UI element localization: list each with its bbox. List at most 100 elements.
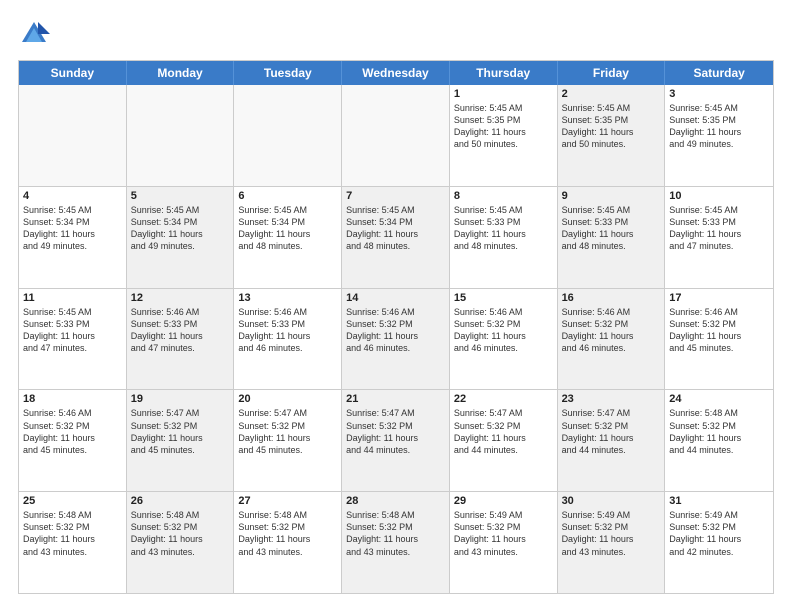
cell-sun-info: Sunrise: 5:46 AM Sunset: 5:32 PM Dayligh… [346, 306, 445, 355]
cell-sun-info: Sunrise: 5:46 AM Sunset: 5:33 PM Dayligh… [238, 306, 337, 355]
calendar: SundayMondayTuesdayWednesdayThursdayFrid… [18, 60, 774, 594]
calendar-cell-empty-0-0 [19, 85, 127, 186]
cell-sun-info: Sunrise: 5:45 AM Sunset: 5:34 PM Dayligh… [346, 204, 445, 253]
calendar-cell-day-28: 28 Sunrise: 5:48 AM Sunset: 5:32 PM Dayli… [342, 492, 450, 593]
cell-sun-info: Sunrise: 5:45 AM Sunset: 5:34 PM Dayligh… [238, 204, 337, 253]
day-number: 24 [669, 393, 769, 405]
calendar-body: 1 Sunrise: 5:45 AM Sunset: 5:35 PM Daylig… [19, 85, 773, 593]
day-number: 11 [23, 292, 122, 304]
logo-icon [18, 18, 50, 50]
day-number: 14 [346, 292, 445, 304]
calendar-row-4: 25 Sunrise: 5:48 AM Sunset: 5:32 PM Dayli… [19, 491, 773, 593]
cell-sun-info: Sunrise: 5:48 AM Sunset: 5:32 PM Dayligh… [346, 509, 445, 558]
calendar-cell-day-15: 15Sunrise: 5:46 AM Sunset: 5:32 PM Dayli… [450, 289, 558, 390]
calendar-cell-day-17: 17 Sunrise: 5:46 AM Sunset: 5:32 PM Dayli… [665, 289, 773, 390]
cell-sun-info: Sunrise: 5:48 AM Sunset: 5:32 PM Dayligh… [669, 407, 769, 456]
calendar-row-1: 4 Sunrise: 5:45 AM Sunset: 5:34 PM Daylig… [19, 186, 773, 288]
calendar-cell-day-26: 26 Sunrise: 5:48 AM Sunset: 5:32 PM Dayli… [127, 492, 235, 593]
calendar-cell-day-19: 19Sunrise: 5:47 AM Sunset: 5:32 PM Dayli… [127, 390, 235, 491]
calendar-cell-day-12: 12Sunrise: 5:46 AM Sunset: 5:33 PM Dayli… [127, 289, 235, 390]
calendar-header-saturday: Saturday [665, 61, 773, 85]
cell-sun-info: Sunrise: 5:47 AM Sunset: 5:32 PM Dayligh… [346, 407, 445, 456]
cell-sun-info: Sunrise: 5:45 AM Sunset: 5:34 PM Dayligh… [23, 204, 122, 253]
day-number: 17 [669, 292, 769, 304]
day-number: 7 [346, 190, 445, 202]
cell-sun-info: Sunrise: 5:47 AM Sunset: 5:32 PM Dayligh… [131, 407, 230, 456]
cell-sun-info: Sunrise: 5:45 AM Sunset: 5:33 PM Dayligh… [562, 204, 661, 253]
calendar-header-wednesday: Wednesday [342, 61, 450, 85]
calendar-cell-empty-0-3 [342, 85, 450, 186]
calendar-row-2: 11Sunrise: 5:45 AM Sunset: 5:33 PM Dayli… [19, 288, 773, 390]
calendar-cell-day-30: 30 Sunrise: 5:49 AM Sunset: 5:32 PM Dayli… [558, 492, 666, 593]
calendar-cell-day-23: 23 Sunrise: 5:47 AM Sunset: 5:32 PM Dayli… [558, 390, 666, 491]
cell-sun-info: Sunrise: 5:48 AM Sunset: 5:32 PM Dayligh… [131, 509, 230, 558]
calendar-cell-day-14: 14 Sunrise: 5:46 AM Sunset: 5:32 PM Dayli… [342, 289, 450, 390]
day-number: 1 [454, 88, 553, 100]
logo [18, 18, 56, 50]
calendar-cell-day-8: 8Sunrise: 5:45 AM Sunset: 5:33 PM Daylig… [450, 187, 558, 288]
calendar-cell-empty-0-1 [127, 85, 235, 186]
calendar-cell-day-22: 22Sunrise: 5:47 AM Sunset: 5:32 PM Dayli… [450, 390, 558, 491]
day-number: 16 [562, 292, 661, 304]
day-number: 18 [23, 393, 122, 405]
cell-sun-info: Sunrise: 5:45 AM Sunset: 5:34 PM Dayligh… [131, 204, 230, 253]
day-number: 31 [669, 495, 769, 507]
day-number: 23 [562, 393, 661, 405]
calendar-cell-day-6: 6 Sunrise: 5:45 AM Sunset: 5:34 PM Daylig… [234, 187, 342, 288]
day-number: 13 [238, 292, 337, 304]
cell-sun-info: Sunrise: 5:48 AM Sunset: 5:32 PM Dayligh… [238, 509, 337, 558]
day-number: 25 [23, 495, 122, 507]
cell-sun-info: Sunrise: 5:47 AM Sunset: 5:32 PM Dayligh… [238, 407, 337, 456]
day-number: 5 [131, 190, 230, 202]
day-number: 9 [562, 190, 661, 202]
calendar-cell-day-3: 3Sunrise: 5:45 AM Sunset: 5:35 PM Daylig… [665, 85, 773, 186]
day-number: 4 [23, 190, 122, 202]
cell-sun-info: Sunrise: 5:49 AM Sunset: 5:32 PM Dayligh… [454, 509, 553, 558]
day-number: 20 [238, 393, 337, 405]
calendar-header-sunday: Sunday [19, 61, 127, 85]
calendar-cell-day-29: 29 Sunrise: 5:49 AM Sunset: 5:32 PM Dayli… [450, 492, 558, 593]
day-number: 6 [238, 190, 337, 202]
cell-sun-info: Sunrise: 5:45 AM Sunset: 5:35 PM Dayligh… [454, 102, 553, 151]
day-number: 2 [562, 88, 661, 100]
day-number: 29 [454, 495, 553, 507]
calendar-header-monday: Monday [127, 61, 235, 85]
calendar-cell-day-24: 24 Sunrise: 5:48 AM Sunset: 5:32 PM Dayli… [665, 390, 773, 491]
calendar-header-thursday: Thursday [450, 61, 558, 85]
day-number: 3 [669, 88, 769, 100]
calendar-cell-day-10: 10 Sunrise: 5:45 AM Sunset: 5:33 PM Dayli… [665, 187, 773, 288]
day-number: 21 [346, 393, 445, 405]
cell-sun-info: Sunrise: 5:49 AM Sunset: 5:32 PM Dayligh… [669, 509, 769, 558]
calendar-cell-day-1: 1 Sunrise: 5:45 AM Sunset: 5:35 PM Daylig… [450, 85, 558, 186]
cell-sun-info: Sunrise: 5:47 AM Sunset: 5:32 PM Dayligh… [562, 407, 661, 456]
calendar-cell-day-16: 16 Sunrise: 5:46 AM Sunset: 5:32 PM Dayli… [558, 289, 666, 390]
day-number: 28 [346, 495, 445, 507]
day-number: 10 [669, 190, 769, 202]
calendar-cell-day-13: 13 Sunrise: 5:46 AM Sunset: 5:33 PM Dayli… [234, 289, 342, 390]
calendar-cell-day-18: 18Sunrise: 5:46 AM Sunset: 5:32 PM Dayli… [19, 390, 127, 491]
calendar-cell-day-5: 5 Sunrise: 5:45 AM Sunset: 5:34 PM Daylig… [127, 187, 235, 288]
day-number: 12 [131, 292, 230, 304]
cell-sun-info: Sunrise: 5:49 AM Sunset: 5:32 PM Dayligh… [562, 509, 661, 558]
calendar-cell-day-21: 21 Sunrise: 5:47 AM Sunset: 5:32 PM Dayli… [342, 390, 450, 491]
calendar-cell-day-31: 31 Sunrise: 5:49 AM Sunset: 5:32 PM Dayli… [665, 492, 773, 593]
calendar-row-0: 1 Sunrise: 5:45 AM Sunset: 5:35 PM Daylig… [19, 85, 773, 186]
calendar-header-friday: Friday [558, 61, 666, 85]
cell-sun-info: Sunrise: 5:48 AM Sunset: 5:32 PM Dayligh… [23, 509, 122, 558]
calendar-cell-day-9: 9 Sunrise: 5:45 AM Sunset: 5:33 PM Daylig… [558, 187, 666, 288]
page: SundayMondayTuesdayWednesdayThursdayFrid… [0, 0, 792, 612]
calendar-cell-empty-0-2 [234, 85, 342, 186]
calendar-cell-day-27: 27Sunrise: 5:48 AM Sunset: 5:32 PM Dayli… [234, 492, 342, 593]
calendar-cell-day-11: 11Sunrise: 5:45 AM Sunset: 5:33 PM Dayli… [19, 289, 127, 390]
cell-sun-info: Sunrise: 5:45 AM Sunset: 5:33 PM Dayligh… [669, 204, 769, 253]
cell-sun-info: Sunrise: 5:46 AM Sunset: 5:32 PM Dayligh… [669, 306, 769, 355]
day-number: 26 [131, 495, 230, 507]
day-number: 30 [562, 495, 661, 507]
calendar-cell-day-20: 20 Sunrise: 5:47 AM Sunset: 5:32 PM Dayli… [234, 390, 342, 491]
header [18, 18, 774, 50]
cell-sun-info: Sunrise: 5:46 AM Sunset: 5:32 PM Dayligh… [562, 306, 661, 355]
cell-sun-info: Sunrise: 5:45 AM Sunset: 5:33 PM Dayligh… [454, 204, 553, 253]
cell-sun-info: Sunrise: 5:45 AM Sunset: 5:35 PM Dayligh… [562, 102, 661, 151]
calendar-cell-day-25: 25 Sunrise: 5:48 AM Sunset: 5:32 PM Dayli… [19, 492, 127, 593]
cell-sun-info: Sunrise: 5:47 AM Sunset: 5:32 PM Dayligh… [454, 407, 553, 456]
